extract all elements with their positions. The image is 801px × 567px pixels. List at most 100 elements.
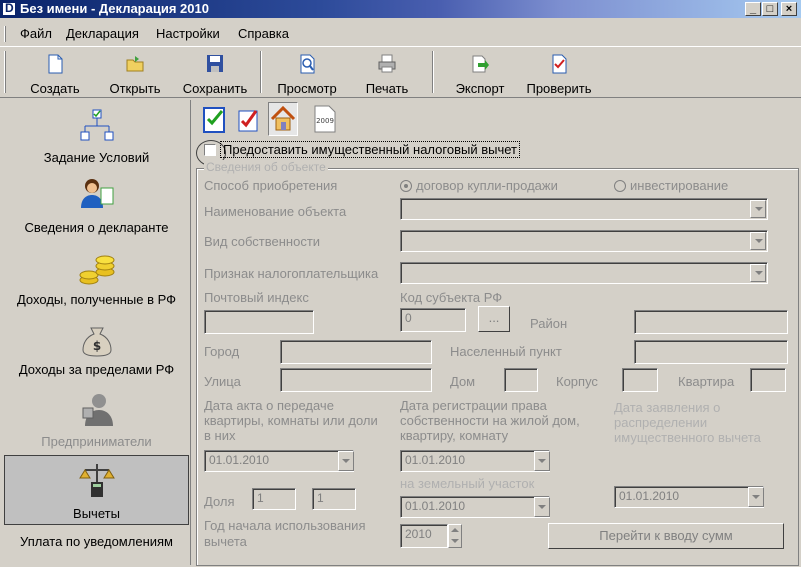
district-input[interactable] <box>634 310 788 334</box>
land-date[interactable]: 01.01.2010 <box>400 496 550 518</box>
ownership-combo[interactable] <box>400 230 768 252</box>
export-icon <box>472 55 489 73</box>
print-button[interactable]: Печать <box>356 51 418 97</box>
region-code-input[interactable]: 0 <box>400 308 466 332</box>
tab-standard-deductions[interactable] <box>234 102 264 136</box>
start-year-label: Год начала использования вычета <box>204 518 366 549</box>
district-label: Район <box>530 316 568 331</box>
minimize-button[interactable]: _ <box>745 2 761 16</box>
tab-social-deductions[interactable] <box>200 102 230 136</box>
new-file-icon <box>48 54 63 74</box>
menu-help[interactable]: Справка <box>238 26 289 41</box>
clipboard-check-icon <box>203 107 225 133</box>
money-bag-icon: $ <box>81 327 112 357</box>
sidebar-item-entrepreneurs[interactable]: Предприниматели <box>4 388 189 454</box>
sidebar-item-deductions[interactable]: Вычеты <box>4 455 189 525</box>
radio-investment[interactable] <box>614 180 626 192</box>
maximize-button[interactable]: □ <box>762 2 778 16</box>
transfer-act-label: Дата акта о передаче квартиры, комнаты и… <box>204 398 378 443</box>
menu-file[interactable]: Файл <box>20 26 52 41</box>
building-label: Корпус <box>556 374 598 389</box>
toolbar-grip <box>4 51 6 93</box>
sidebar-item-conditions[interactable]: Задание Условий <box>4 106 189 170</box>
sidebar-item-declarant[interactable]: Сведения о декларанте <box>4 174 189 240</box>
preview-button[interactable]: Просмотр <box>272 51 342 97</box>
sidebar-item-income-rf[interactable]: Доходы, полученные в РФ <box>4 248 189 314</box>
radio-purchase[interactable] <box>400 180 412 192</box>
save-button[interactable]: Сохранить <box>178 51 252 97</box>
new-button[interactable]: Создать <box>22 51 88 97</box>
menu-grip <box>4 26 6 42</box>
chevron-down-icon[interactable] <box>534 451 550 471</box>
grant-checkbox[interactable] <box>204 144 216 156</box>
chevron-down-icon[interactable] <box>338 451 354 471</box>
menu-bar: Файл Декларация Настройки Справка <box>0 22 801 44</box>
tab-property-deductions[interactable] <box>268 102 298 136</box>
chevron-down-icon[interactable] <box>750 232 766 250</box>
street-input[interactable] <box>280 368 432 392</box>
sidebar-item-label: Уплата по уведомлениям <box>20 534 173 549</box>
share-label: Доля <box>204 494 235 509</box>
check-button[interactable]: Проверить <box>520 51 598 97</box>
tab-year-document[interactable]: 2009 <box>310 102 340 136</box>
go-to-sums-button[interactable]: Перейти к вводу сумм <box>548 523 784 549</box>
grant-checkbox-label[interactable]: Предоставить имущественный налоговый выч… <box>220 141 520 158</box>
title-bar: Без имени - Декларация 2010 _ □ × <box>0 0 801 18</box>
sidebar-item-notifications[interactable]: Уплата по уведомлениям <box>4 532 189 552</box>
object-name-label: Наименование объекта <box>204 204 347 219</box>
start-year-input[interactable]: 2010 <box>400 524 448 548</box>
chevron-down-icon[interactable] <box>534 497 550 517</box>
person-icon <box>80 179 113 208</box>
locality-label: Населенный пункт <box>450 344 562 359</box>
application-label: Дата заявления о распределении имуществе… <box>614 400 761 445</box>
menu-declaration[interactable]: Декларация <box>66 26 139 41</box>
preview-icon <box>300 54 315 74</box>
apartment-input[interactable] <box>750 368 786 392</box>
open-button[interactable]: Открыть <box>102 51 168 97</box>
radio-purchase-label: договор купли-продажи <box>416 178 558 193</box>
house-input[interactable] <box>504 368 538 392</box>
chevron-down-icon[interactable] <box>750 264 766 282</box>
chevron-up-icon[interactable] <box>451 528 459 532</box>
deductions-panel: 2009 Предоставить имущественный налоговы… <box>194 100 801 567</box>
chevron-down-icon[interactable] <box>451 539 459 543</box>
locality-input[interactable] <box>634 340 788 364</box>
building-input[interactable] <box>622 368 658 392</box>
print-label: Печать <box>365 81 409 96</box>
svg-text:$: $ <box>92 339 100 353</box>
object-name-combo[interactable] <box>400 198 768 220</box>
chevron-down-icon[interactable] <box>748 487 764 507</box>
region-code-label: Код субъекта РФ <box>400 290 503 305</box>
sidebar-item-label: Задание Условий <box>43 150 150 165</box>
land-label: на земельный участок <box>400 476 535 491</box>
businessman-icon <box>82 394 113 426</box>
sidebar-item-label: Вычеты <box>73 506 120 521</box>
share-numerator-input[interactable]: 1 <box>252 488 296 510</box>
menu-settings[interactable]: Настройки <box>156 26 220 41</box>
app-icon <box>2 1 16 16</box>
export-button[interactable]: Экспорт <box>446 51 514 97</box>
close-button[interactable]: × <box>781 2 797 16</box>
chevron-down-icon[interactable] <box>750 200 766 218</box>
postal-code-input[interactable] <box>204 310 314 334</box>
postal-code-label: Почтовый индекс <box>204 290 309 305</box>
printer-icon <box>378 54 396 73</box>
registration-date[interactable]: 01.01.2010 <box>400 450 550 472</box>
sidebar-item-income-abroad[interactable]: $ Доходы за пределами РФ <box>4 318 189 384</box>
toolbar-separator <box>260 51 262 93</box>
ownership-label: Вид собственности <box>204 234 321 249</box>
transfer-act-date[interactable]: 01.01.2010 <box>204 450 354 472</box>
sidebar-item-label: Сведения о декларанте <box>24 220 169 235</box>
check-document-icon <box>552 54 567 74</box>
city-input[interactable] <box>280 340 432 364</box>
year-spinner[interactable] <box>448 524 462 548</box>
scales-calculator-icon <box>78 464 115 497</box>
region-code-button[interactable]: ... <box>478 306 510 332</box>
acquisition-label: Способ приобретения <box>204 178 338 193</box>
taxpayer-sign-label: Признак налогоплательщика <box>204 266 379 281</box>
preview-label: Просмотр <box>277 81 337 96</box>
taxpayer-sign-combo[interactable] <box>400 262 768 284</box>
checklist-icon <box>238 110 258 132</box>
share-denominator-input[interactable]: 1 <box>312 488 356 510</box>
application-date[interactable]: 01.01.2010 <box>614 486 764 508</box>
